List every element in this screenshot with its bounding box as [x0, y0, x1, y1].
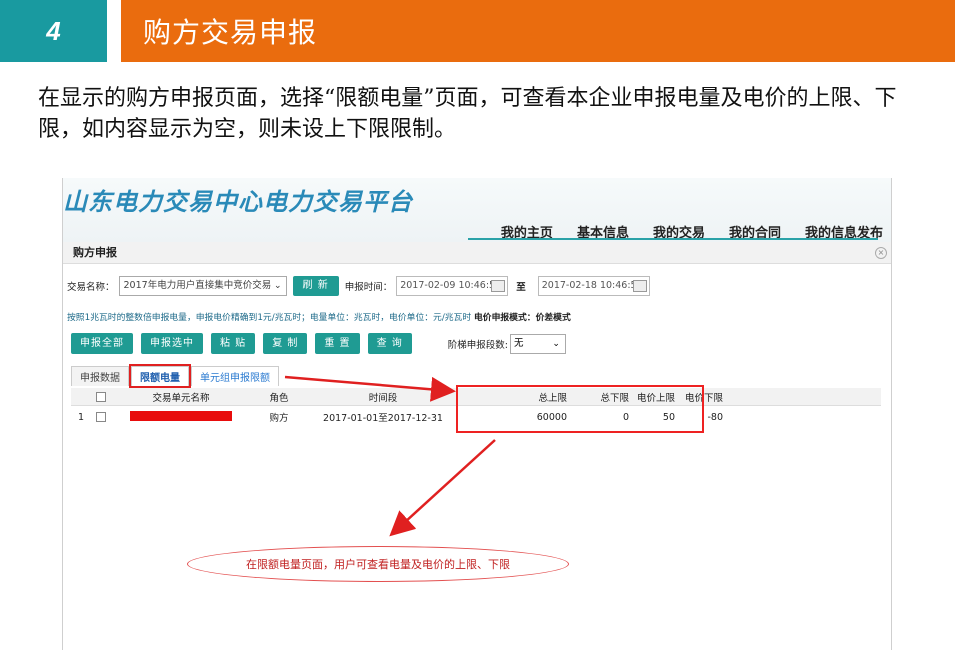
- callout-note: 在限额电量页面，用户可查看电量及电价的上限、下限: [187, 546, 569, 582]
- arrow-to-limits: [284, 375, 456, 402]
- arrow-to-callout: [389, 439, 496, 537]
- slide: 4 购方交易申报 在显示的购方申报页面，选择“限额电量”页面，可查看本企业申报电…: [0, 0, 955, 650]
- embedded-screenshot: 山东电力交易中心电力交易平台 我的主页 基本信息 我的交易 我的合同 我的信息发…: [62, 178, 892, 650]
- slide-title: 购方交易申报: [121, 0, 955, 62]
- section-number: 4: [0, 0, 107, 62]
- slide-description: 在显示的购方申报页面，选择“限额电量”页面，可查看本企业申报电量及电价的上限、下…: [38, 86, 897, 142]
